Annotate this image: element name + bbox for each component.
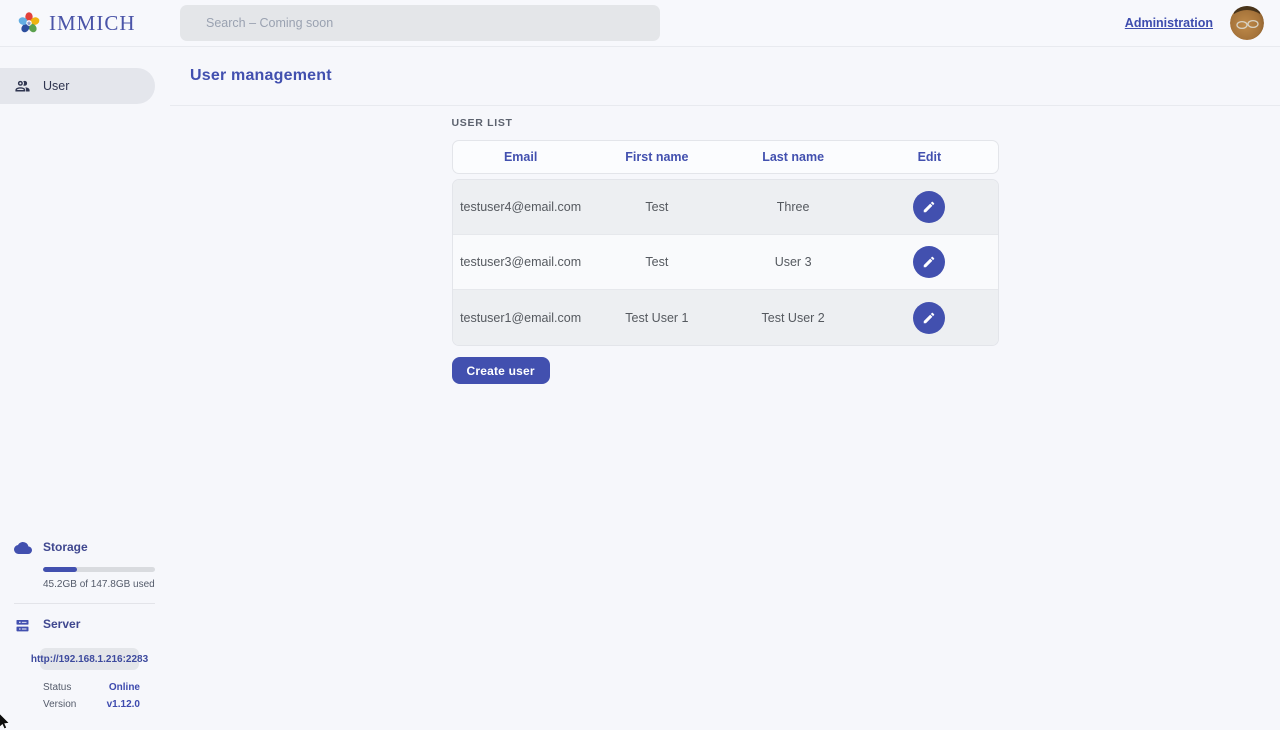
pencil-icon: [922, 311, 936, 325]
cell-last-name: User 3: [725, 255, 861, 269]
main-titlebar: User management: [170, 47, 1280, 106]
mouse-cursor: [0, 713, 16, 730]
create-user-button[interactable]: Create user: [452, 357, 550, 384]
administration-link[interactable]: Administration: [1125, 16, 1213, 30]
search-input[interactable]: [180, 5, 660, 41]
cell-first-name: Test: [589, 255, 725, 269]
storage-usage-text: 45.2GB of 147.8GB used: [43, 579, 155, 590]
cell-last-name: Three: [725, 200, 861, 214]
storage-section: Storage 45.2GB of 147.8GB used: [0, 540, 170, 590]
main-content: USER LIST Email First name Last name Edi…: [170, 106, 1280, 384]
version-value: v1.12.0: [107, 699, 140, 710]
server-status-row: Status Online: [43, 679, 140, 696]
sidebar-item-label: User: [43, 79, 69, 93]
server-version-row: Version v1.12.0: [43, 696, 140, 713]
immich-wordmark: IMMICH: [49, 11, 136, 36]
cell-email: testuser1@email.com: [453, 311, 589, 325]
cell-first-name: Test User 1: [589, 311, 725, 325]
edit-user-button[interactable]: [913, 302, 945, 334]
server-title: Server: [43, 617, 80, 631]
version-label: Version: [43, 699, 76, 710]
app-header: IMMICH Administration: [0, 0, 1280, 47]
cell-last-name: Test User 2: [725, 311, 861, 325]
server-section: Server http://192.168.1.216:2283 Status …: [0, 617, 170, 713]
sidebar: User Storage 45.2GB of 147.8G: [0, 47, 170, 730]
sidebar-bottom: Storage 45.2GB of 147.8GB used: [0, 540, 170, 730]
server-url-chip: http://192.168.1.216:2283: [40, 648, 139, 670]
table-row: testuser4@email.com Test Three: [453, 180, 998, 235]
pencil-icon: [922, 255, 936, 269]
user-table: testuser4@email.com Test Three: [452, 179, 999, 346]
storage-title: Storage: [43, 540, 88, 554]
page-title: User management: [190, 67, 332, 85]
storage-progress-bar: [43, 567, 155, 572]
edit-user-button[interactable]: [913, 191, 945, 223]
column-header-last-name: Last name: [725, 150, 861, 164]
cell-email: testuser3@email.com: [453, 255, 589, 269]
cloud-icon: [14, 541, 32, 560]
user-list-heading: USER LIST: [452, 117, 999, 129]
table-header: Email First name Last name Edit: [452, 140, 999, 174]
table-row: testuser1@email.com Test User 1 Test Use…: [453, 290, 998, 345]
column-header-first-name: First name: [589, 150, 725, 164]
table-row: testuser3@email.com Test User 3: [453, 235, 998, 290]
storage-progress-fill: [43, 567, 77, 572]
edit-user-button[interactable]: [913, 246, 945, 278]
immich-logo[interactable]: IMMICH: [0, 10, 136, 36]
column-header-email: Email: [453, 150, 589, 164]
users-icon: [14, 78, 31, 95]
cell-email: testuser4@email.com: [453, 200, 589, 214]
status-label: Status: [43, 682, 71, 693]
sidebar-item-user[interactable]: User: [0, 68, 155, 104]
immich-flower-icon: [16, 10, 42, 36]
cell-first-name: Test: [589, 200, 725, 214]
sidebar-divider: [14, 603, 155, 604]
server-icon: [14, 618, 32, 639]
user-list-section: USER LIST Email First name Last name Edi…: [452, 117, 999, 384]
column-header-edit: Edit: [861, 150, 997, 164]
header-right: Administration: [1125, 6, 1280, 40]
status-value: Online: [109, 682, 140, 693]
pencil-icon: [922, 200, 936, 214]
main: User management USER LIST Email First na…: [170, 47, 1280, 730]
user-avatar[interactable]: [1230, 6, 1264, 40]
